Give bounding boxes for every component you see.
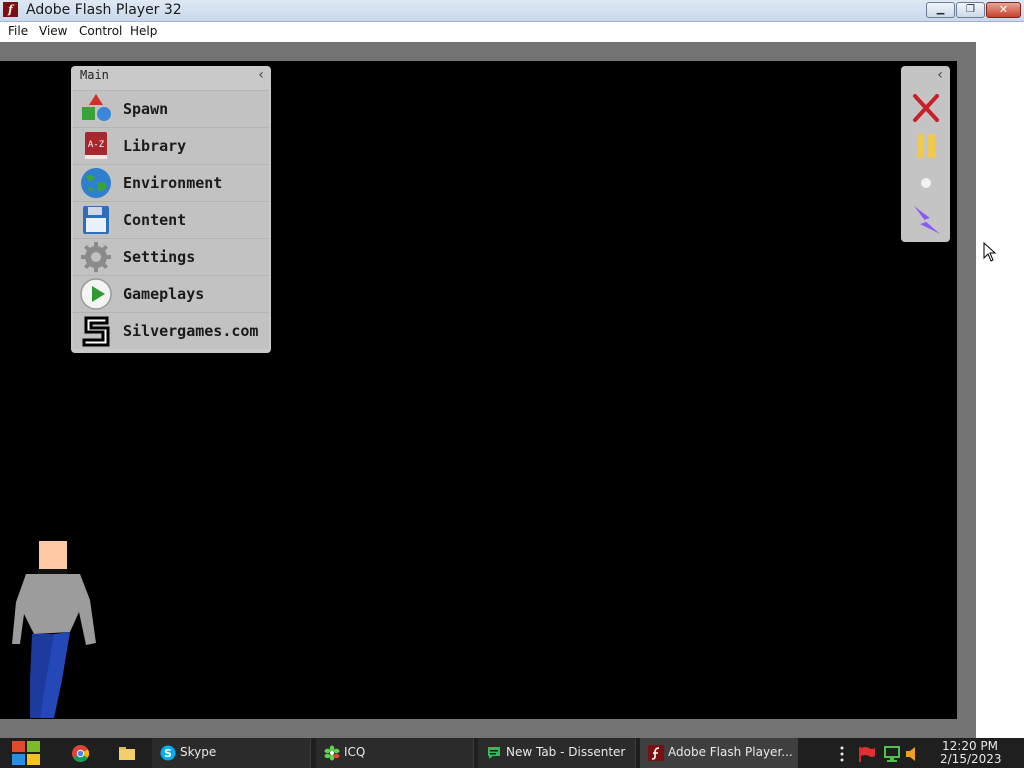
library-icon-text: A-Z [88, 140, 105, 150]
menu-view[interactable]: View [39, 24, 67, 38]
menu-item-label: Content [123, 211, 187, 229]
volume-speaker-icon[interactable] [905, 746, 921, 762]
play-icon [80, 278, 112, 310]
menu-item-library[interactable]: A-Z Library [73, 127, 269, 164]
silvergames-logo-icon [82, 316, 110, 347]
globe-icon [81, 168, 111, 198]
minimize-icon: ▁ [936, 4, 945, 15]
taskbar-clock[interactable]: 12:20 PM 2/15/2023 [940, 740, 1002, 766]
close-icon: ✕ [998, 3, 1009, 16]
tool-panel: ‹ [901, 66, 950, 242]
close-button[interactable]: ✕ [986, 2, 1021, 18]
menu-item-environment[interactable]: Environment [73, 164, 269, 201]
menu-item-label: Gameplays [123, 285, 205, 303]
lightning-icon[interactable] [910, 204, 942, 236]
restore-icon: ❐ [966, 4, 975, 15]
dot-icon[interactable] [910, 167, 942, 199]
network-icon[interactable] [883, 746, 901, 762]
icq-icon [324, 745, 340, 761]
menu-item-silvergames[interactable]: Silvergames.com [73, 312, 269, 349]
flash-icon [648, 745, 664, 761]
menu-item-label: Spawn [123, 100, 169, 118]
menu-item-label: Silvergames.com [123, 322, 259, 340]
menu-bar: File View Control Help [0, 22, 1024, 41]
svg-text:S: S [164, 747, 172, 760]
pause-icon[interactable] [910, 130, 942, 162]
minimize-button[interactable]: ▁ [926, 2, 955, 18]
dissenter-icon [488, 747, 500, 759]
mouse-cursor-icon [983, 242, 997, 262]
clock-date: 2/15/2023 [940, 752, 1002, 766]
menu-item-spawn[interactable]: Spawn [73, 90, 269, 127]
menu-item-label: Library [123, 137, 187, 155]
menu-help[interactable]: Help [130, 24, 157, 38]
gear-icon [81, 242, 111, 272]
maximize-button[interactable]: ❐ [956, 2, 985, 18]
collapse-chevron-icon[interactable]: ‹ [936, 67, 944, 83]
taskbar-flash-player-button[interactable]: Adobe Flash Player... [640, 738, 798, 768]
menu-control[interactable]: Control [79, 24, 122, 38]
flash-app-icon: f [3, 2, 18, 17]
action-center-flag-icon[interactable] [858, 746, 876, 762]
taskbar-icq-button[interactable]: ICQ [316, 738, 474, 768]
menu-item-gameplays[interactable]: Gameplays [73, 275, 269, 312]
collapse-chevron-icon[interactable]: ‹ [257, 67, 265, 83]
skype-icon: S [160, 745, 176, 761]
chrome-icon[interactable] [72, 745, 89, 762]
main-menu-panel: Main ‹ Spawn A-Z Library Environment Con… [71, 66, 271, 353]
taskbar-button-label: Adobe Flash Player... [668, 745, 793, 759]
menu-item-settings[interactable]: Settings [73, 238, 269, 275]
window-margin [976, 42, 1024, 738]
ragdoll-character[interactable] [8, 540, 100, 720]
menu-item-label: Settings [123, 248, 196, 266]
tray-overflow-icon[interactable] [839, 746, 845, 762]
main-panel-title: Main [80, 68, 109, 82]
taskbar-dissenter-button[interactable]: New Tab - Dissenter [478, 738, 636, 768]
menu-item-content[interactable]: Content [73, 201, 269, 238]
floppy-disk-icon [83, 206, 109, 234]
menu-file[interactable]: File [8, 24, 28, 38]
file-explorer-folder-icon[interactable] [119, 746, 135, 760]
taskbar-button-label: New Tab - Dissenter [506, 745, 626, 759]
shapes-icon [82, 94, 111, 121]
taskbar-button-label: ICQ [344, 745, 366, 759]
library-book-icon: A-Z [85, 132, 107, 159]
main-panel-header: Main ‹ [71, 66, 271, 87]
start-windows-logo-icon[interactable] [11, 740, 41, 766]
taskbar-skype-button[interactable]: S Skype [152, 738, 311, 768]
window-titlebar[interactable]: f Adobe Flash Player 32 ▁ ❐ ✕ [0, 0, 1024, 22]
delete-tool-red-x-icon[interactable] [910, 92, 942, 124]
taskbar: S Skype ICQ New Tab - Dissenter Adobe Fl… [0, 738, 1024, 768]
window-title: Adobe Flash Player 32 [26, 2, 182, 18]
menu-item-label: Environment [123, 174, 223, 192]
taskbar-button-label: Skype [180, 745, 217, 759]
